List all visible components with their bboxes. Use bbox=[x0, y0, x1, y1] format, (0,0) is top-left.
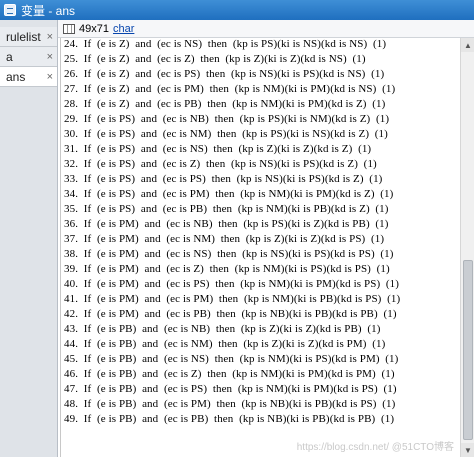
array-row[interactable]: 26. If (e is Z) and (ec is PS) then (kp … bbox=[61, 67, 458, 82]
vertical-scrollbar[interactable]: ▲ ▼ bbox=[460, 38, 474, 457]
close-icon[interactable]: × bbox=[47, 71, 53, 83]
variable-dimensions: 49x71 bbox=[79, 22, 109, 35]
variable-info-bar: 49x71 char bbox=[58, 20, 474, 38]
array-row[interactable]: 31. If (e is PS) and (ec is NS) then (kp… bbox=[61, 142, 458, 157]
array-row[interactable]: 40. If (e is PM) and (ec is PS) then (kp… bbox=[61, 277, 458, 292]
char-array-icon bbox=[63, 23, 75, 34]
variable-tab-list: rulelist × a × ans × bbox=[0, 20, 58, 457]
array-row[interactable]: 36. If (e is PM) and (ec is NB) then (kp… bbox=[61, 217, 458, 232]
tab-a[interactable]: a × bbox=[0, 47, 57, 67]
array-row[interactable]: 47. If (e is PB) and (ec is PS) then (kp… bbox=[61, 382, 458, 397]
char-array-grid[interactable]: 24. If (e is Z) and (ec is NS) then (kp … bbox=[60, 38, 458, 457]
array-row[interactable]: 49. If (e is PB) and (ec is PB) then (kp… bbox=[61, 412, 458, 427]
tab-label: rulelist bbox=[6, 29, 41, 44]
array-row[interactable]: 24. If (e is Z) and (ec is NS) then (kp … bbox=[61, 38, 458, 52]
title-bar: 变量 - ans bbox=[0, 0, 474, 20]
array-row[interactable]: 48. If (e is PB) and (ec is PM) then (kp… bbox=[61, 397, 458, 412]
scroll-up-icon[interactable]: ▲ bbox=[461, 38, 474, 52]
array-row[interactable]: 25. If (e is Z) and (ec is Z) then (kp i… bbox=[61, 52, 458, 67]
array-row[interactable]: 44. If (e is PB) and (ec is NM) then (kp… bbox=[61, 337, 458, 352]
tab-label: ans bbox=[6, 69, 26, 84]
scroll-down-icon[interactable]: ▼ bbox=[461, 443, 474, 457]
array-row[interactable]: 27. If (e is Z) and (ec is PM) then (kp … bbox=[61, 82, 458, 97]
array-row[interactable]: 41. If (e is PM) and (ec is PM) then (kp… bbox=[61, 292, 458, 307]
window-title: 变量 - ans bbox=[21, 3, 76, 18]
array-row[interactable]: 32. If (e is PS) and (ec is Z) then (kp … bbox=[61, 157, 458, 172]
array-row[interactable]: 30. If (e is PS) and (ec is NM) then (kp… bbox=[61, 127, 458, 142]
scroll-thumb[interactable] bbox=[463, 260, 473, 440]
close-icon[interactable]: × bbox=[47, 31, 53, 43]
array-row[interactable]: 43. If (e is PB) and (ec is NB) then (kp… bbox=[61, 322, 458, 337]
watermark: https://blog.csdn.net/ @51CTO博客 bbox=[296, 442, 454, 453]
array-row[interactable]: 37. If (e is PM) and (ec is NM) then (kp… bbox=[61, 232, 458, 247]
array-row[interactable]: 28. If (e is Z) and (ec is PB) then (kp … bbox=[61, 97, 458, 112]
tab-ans[interactable]: ans × bbox=[0, 67, 57, 87]
array-row[interactable]: 33. If (e is PS) and (ec is PS) then (kp… bbox=[61, 172, 458, 187]
tab-rulelist[interactable]: rulelist × bbox=[0, 27, 57, 47]
tab-label: a bbox=[6, 49, 13, 64]
array-row[interactable]: 45. If (e is PB) and (ec is NS) then (kp… bbox=[61, 352, 458, 367]
array-row[interactable]: 42. If (e is PM) and (ec is PB) then (kp… bbox=[61, 307, 458, 322]
array-row[interactable]: 34. If (e is PS) and (ec is PM) then (kp… bbox=[61, 187, 458, 202]
array-row[interactable]: 46. If (e is PB) and (ec is Z) then (kp … bbox=[61, 367, 458, 382]
variable-content: 49x71 char 24. If (e is Z) and (ec is NS… bbox=[58, 20, 474, 457]
array-row[interactable]: 39. If (e is PM) and (ec is Z) then (kp … bbox=[61, 262, 458, 277]
variable-class-link[interactable]: char bbox=[113, 23, 134, 35]
array-row[interactable]: 38. If (e is PM) and (ec is NS) then (kp… bbox=[61, 247, 458, 262]
array-row[interactable]: 29. If (e is PS) and (ec is NB) then (kp… bbox=[61, 112, 458, 127]
array-row[interactable]: 35. If (e is PS) and (ec is PB) then (kp… bbox=[61, 202, 458, 217]
variable-editor-icon bbox=[4, 4, 16, 16]
close-icon[interactable]: × bbox=[47, 51, 53, 63]
